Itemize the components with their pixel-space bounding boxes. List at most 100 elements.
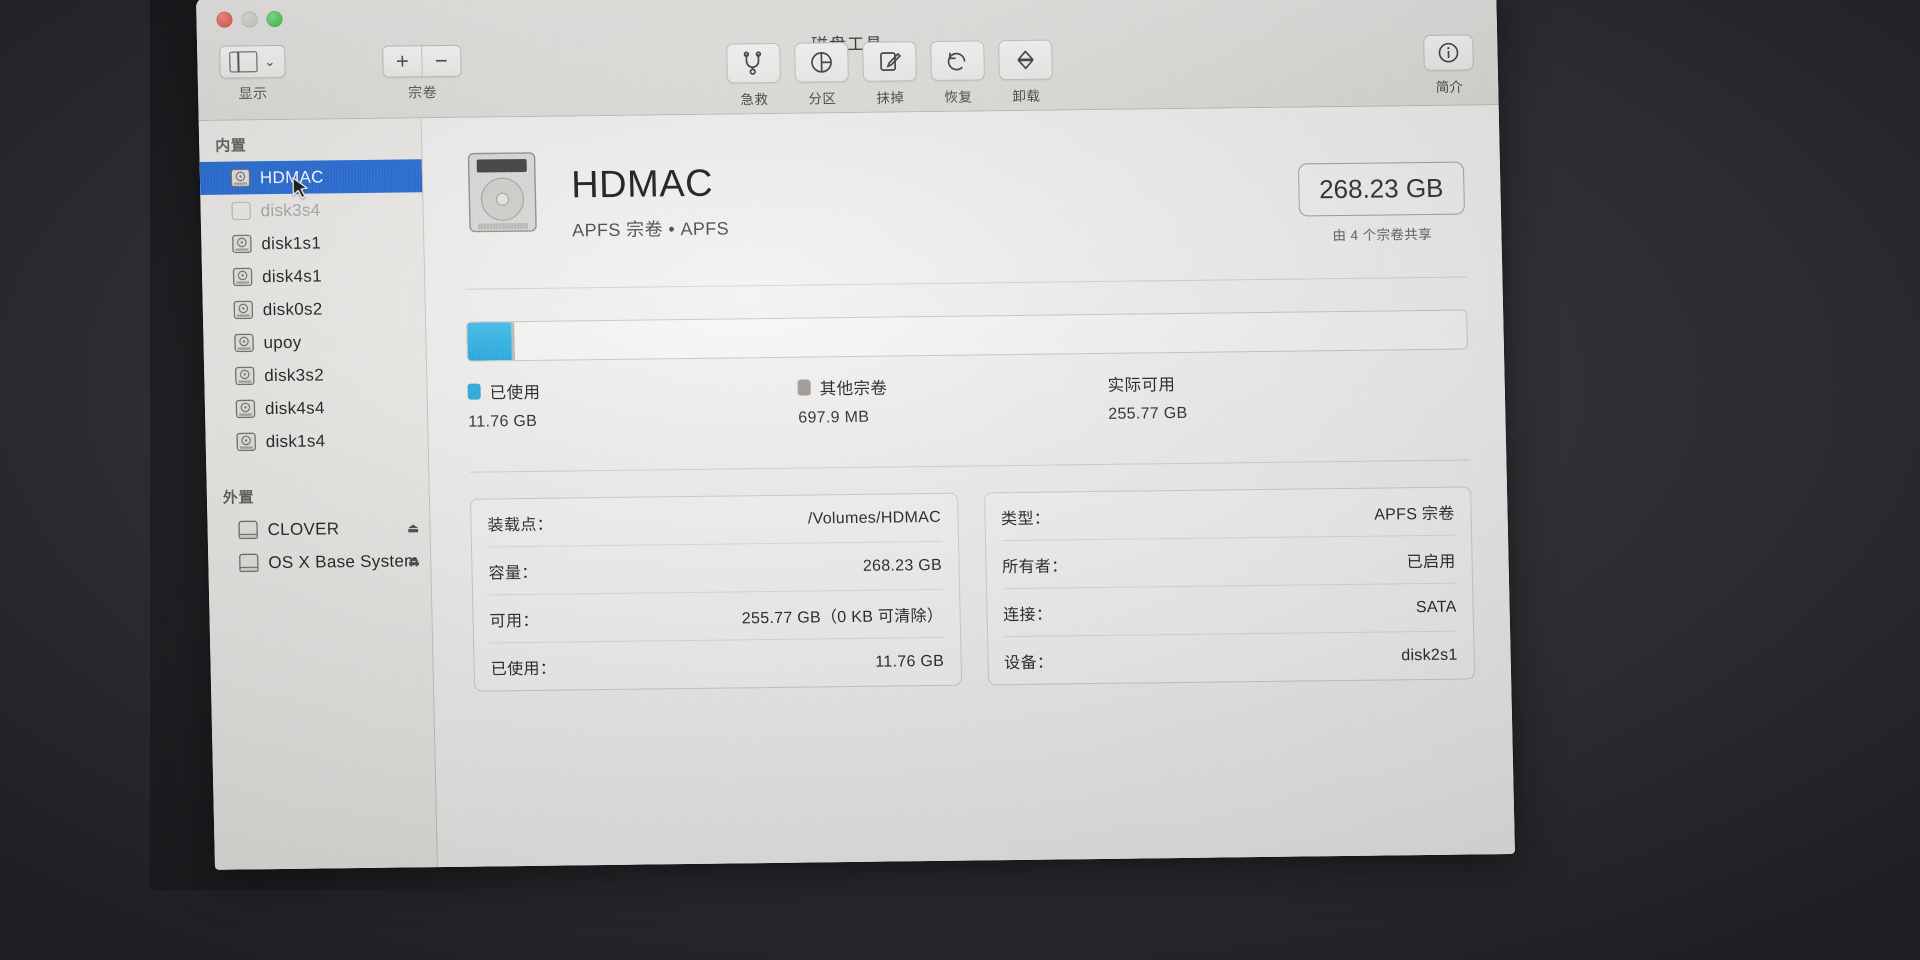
sidebar-item-disk3s4[interactable]: disk3s4 xyxy=(200,192,423,228)
details-divider xyxy=(469,459,1471,473)
sidebar-item-label: CLOVER xyxy=(267,518,340,539)
drive-icon xyxy=(233,300,254,320)
drive-icon xyxy=(232,267,253,287)
sidebar-item-hdmac[interactable]: HDMAC xyxy=(199,159,423,199)
sidebar-item-os-x-base-system[interactable]: OS X Base System ⏏ xyxy=(208,544,431,580)
minimize-button[interactable] xyxy=(241,11,258,28)
volume-caption: 宗卷 xyxy=(407,84,438,101)
detail-value: APFS 宗卷 xyxy=(1374,505,1455,524)
legend-value-used: 11.76 GB xyxy=(468,412,538,431)
stethoscope-icon xyxy=(743,51,762,75)
legend-name-other: 其他宗卷 xyxy=(819,379,888,399)
usage-legend: 已使用 11.76 GB 其他宗卷 697.9 MB 实际可用 255.77 G… xyxy=(467,367,1469,431)
erase-icon xyxy=(880,52,902,71)
detail-row: 类型： APFS 宗卷 xyxy=(1000,487,1456,542)
legend-name-used: 已使用 xyxy=(489,383,541,403)
details-panel: 装载点： /Volumes/HDMAC 容量： 268.23 GB 可用： 255.77 … xyxy=(469,486,1476,692)
info-icon xyxy=(1438,42,1459,63)
sidebar-item-label: disk4s1 xyxy=(261,265,323,286)
detail-key: 可用： xyxy=(489,612,540,630)
sidebar-item-label: OS X Base System xyxy=(268,550,419,572)
detail-row: 已使用： 11.76 GB xyxy=(490,638,945,691)
eject-icon[interactable]: ⏏ xyxy=(408,553,421,569)
detail-value: 已启用 xyxy=(1406,553,1456,571)
capacity-note: 由 4 个宗卷共享 xyxy=(1332,226,1433,244)
toolbar-item-erase[interactable]: 抹掉 xyxy=(857,41,922,107)
sidebar-item-disk4s1[interactable]: disk4s1 xyxy=(202,258,425,294)
sidebar-section-external: 外置 xyxy=(222,489,255,507)
pie-chart-icon xyxy=(811,52,832,73)
drive-icon xyxy=(234,333,254,353)
legend-item-other: 其他宗卷 697.9 MB xyxy=(797,372,1108,428)
usage-bar xyxy=(466,309,1468,362)
drive-icon xyxy=(235,399,256,419)
legend-item-used: 已使用 11.76 GB xyxy=(467,376,798,432)
detail-key: 已使用： xyxy=(490,660,557,678)
details-column-right: 类型： APFS 宗卷 所有者： 已启用 连接： SATA 设备： disk2s1 xyxy=(983,486,1476,686)
drive-icon xyxy=(236,432,256,452)
detail-key: 装载点： xyxy=(487,516,554,534)
drive-icon xyxy=(231,201,251,221)
volume-title-block: HDMAC APFS 宗卷 • APFS xyxy=(570,162,730,243)
volume-name: HDMAC xyxy=(570,162,714,207)
detail-row: 装载点： /Volumes/HDMAC xyxy=(487,493,942,548)
toolbar-item-restore[interactable]: 恢复 xyxy=(925,40,990,106)
info-control-group: 简介 xyxy=(1423,34,1474,96)
legend-swatch-other xyxy=(797,379,811,396)
eject-icon[interactable]: ⏏ xyxy=(407,520,420,536)
volume-subtitle: APFS 宗卷 • APFS xyxy=(571,218,730,241)
sidebar-item-label: disk1s4 xyxy=(265,430,326,451)
get-info-button[interactable] xyxy=(1423,34,1474,72)
drive-icon xyxy=(239,553,259,573)
drive-icon xyxy=(238,520,258,540)
toolbar-item-partition[interactable]: 分区 xyxy=(789,42,854,108)
hard-disk-icon xyxy=(467,152,537,233)
view-caption: 显示 xyxy=(238,85,268,102)
sidebar-item-label: upoy xyxy=(263,332,302,352)
detail-key: 类型： xyxy=(1000,510,1051,528)
legend-value-other: 697.9 MB xyxy=(798,408,870,427)
legend-item-available: 实际可用 255.77 GB xyxy=(1107,371,1187,424)
sidebar-item-label: disk3s2 xyxy=(264,364,325,385)
main-content: HDMAC APFS 宗卷 • APFS 268.23 GB 由 4 个宗卷共享… xyxy=(421,105,1515,869)
sidebar-item-label: disk4s4 xyxy=(264,397,325,418)
sidebar-item-disk4s4[interactable]: disk4s4 xyxy=(205,390,428,426)
detail-row: 容量： 268.23 GB xyxy=(488,541,943,596)
detail-value: 268.23 GB xyxy=(862,556,943,575)
toolbar-item-first-aid[interactable]: 急救 xyxy=(721,42,786,109)
detail-value: 255.77 GB（0 KB 可清除） xyxy=(741,607,944,627)
detail-row: 可用： 255.77 GB（0 KB 可清除） xyxy=(489,589,944,644)
toolbar-label-partition: 分区 xyxy=(808,91,837,107)
detail-row: 所有者： 已启用 xyxy=(1001,535,1457,590)
detail-value: SATA xyxy=(1415,598,1457,616)
detail-key: 容量： xyxy=(488,564,539,582)
sidebar-item-disk1s1[interactable]: disk1s1 xyxy=(201,225,424,261)
sidebar-item-clover[interactable]: CLOVER ⏏ xyxy=(207,511,430,547)
eject-icon xyxy=(1017,50,1034,70)
disk-utility-window: ⌄ 显示 + − 宗卷 磁盘工具 xyxy=(196,0,1515,870)
close-button[interactable] xyxy=(216,11,233,28)
usage-segment-other xyxy=(511,322,515,361)
detail-key: 所有者： xyxy=(1001,557,1068,576)
drive-icon xyxy=(232,234,252,254)
sidebar-item-disk1s4[interactable]: disk1s4 xyxy=(205,423,428,459)
sidebar-item-disk0s2[interactable]: disk0s2 xyxy=(202,291,425,327)
drive-icon xyxy=(234,366,255,386)
usage-segment-used xyxy=(467,322,512,361)
toolbar-label-unmount: 卸载 xyxy=(1012,88,1041,105)
sidebar: 内置 HDMAC disk3s4 disk1s1 disk4s1 disk0s2 upoy… xyxy=(198,118,439,870)
drive-icon xyxy=(230,168,251,188)
zoom-button[interactable] xyxy=(266,10,283,28)
sidebar-item-disk3s2[interactable]: disk3s2 xyxy=(204,357,427,393)
capacity-badge: 268.23 GB xyxy=(1297,161,1466,217)
detail-value: disk2s1 xyxy=(1401,646,1458,664)
toolbar-item-unmount[interactable]: 卸载 xyxy=(993,39,1058,105)
sidebar-internal-list: HDMAC disk3s4 disk1s1 disk4s1 disk0s2 upoy dis… xyxy=(199,159,428,459)
toolbar-label-erase: 抹掉 xyxy=(876,90,905,106)
window-titlebar: ⌄ 显示 + − 宗卷 磁盘工具 xyxy=(196,0,1499,121)
sidebar-item-label: disk1s1 xyxy=(261,232,322,253)
sidebar-item-upoy[interactable]: upoy xyxy=(203,324,426,360)
legend-name-available: 实际可用 xyxy=(1107,376,1176,395)
restore-icon xyxy=(947,52,966,71)
header-divider xyxy=(465,276,1467,290)
